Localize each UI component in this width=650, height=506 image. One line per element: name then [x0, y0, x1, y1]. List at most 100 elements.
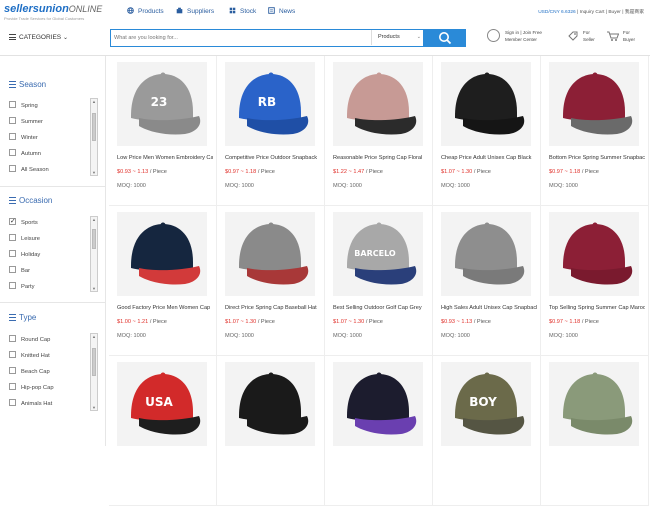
filter-option-party[interactable]: Party	[9, 282, 35, 290]
checkbox[interactable]	[9, 101, 16, 108]
inquiry-cart-link[interactable]: Inquiry Cart	[580, 10, 605, 15]
product-image[interactable]	[225, 212, 315, 296]
product-image[interactable]	[117, 212, 207, 296]
product-card[interactable]	[541, 356, 649, 506]
product-image[interactable]	[441, 62, 531, 146]
product-image[interactable]	[225, 362, 315, 446]
product-title[interactable]: Good Factory Price Men Women Cap	[117, 305, 213, 311]
product-image[interactable]	[333, 62, 423, 146]
product-title[interactable]: Top Selling Spring Summer Cap Maroon	[549, 305, 645, 311]
filter-option-beach-cap[interactable]: Beach Cap	[9, 367, 50, 375]
product-image[interactable]	[549, 62, 639, 146]
categories-menu[interactable]: CATEGORIES ⌄	[9, 34, 68, 41]
product-image[interactable]: BARCELO	[333, 212, 423, 296]
product-title[interactable]: Cheap Price Adult Unisex Cap Black	[441, 155, 537, 161]
filter-option-knitted-hat[interactable]: Knitted Hat	[9, 351, 50, 359]
product-card[interactable]: BARCELO Best Selling Outdoor Golf Cap Gre…	[325, 206, 433, 356]
product-card[interactable]: Direct Price Spring Cap Baseball Hat $1.0…	[217, 206, 325, 356]
filter-option-round-cap[interactable]: Round Cap	[9, 335, 50, 343]
occasion-scrollbar[interactable]: ▲ ▼	[90, 216, 98, 292]
product-image[interactable]: RB	[225, 62, 315, 146]
filter-option-animals-hat[interactable]: Animals Hat	[9, 399, 52, 407]
product-card[interactable]	[217, 356, 325, 506]
filter-option-label: Hip-pop Cap	[21, 385, 54, 391]
product-card[interactable]: 23 Low Price Men Women Embroidery Cap $0.9…	[109, 56, 217, 206]
buyer-link[interactable]: Buyer	[608, 10, 621, 15]
product-title[interactable]: Best Selling Outdoor Golf Cap Grey	[333, 305, 429, 311]
checkbox[interactable]	[9, 234, 16, 241]
product-card[interactable]: Good Factory Price Men Women Cap $1.00 ~ …	[109, 206, 217, 356]
product-image[interactable]	[549, 362, 639, 446]
search-scope-select[interactable]: Products ⌄	[371, 30, 425, 45]
product-image[interactable]	[549, 212, 639, 296]
product-title[interactable]: Competitive Price Outdoor Snapback	[225, 155, 321, 161]
product-image[interactable]	[441, 212, 531, 296]
brand-tagline: Provide Trade Services for Global Custom…	[4, 16, 85, 21]
product-title[interactable]: High Sales Adult Unisex Cap Snapback	[441, 305, 537, 311]
checkbox[interactable]	[9, 266, 16, 273]
scroll-thumb[interactable]	[92, 113, 96, 141]
product-card[interactable]: Cheap Price Adult Unisex Cap Black $1.07 …	[433, 56, 541, 206]
checkbox[interactable]	[9, 282, 16, 289]
filter-option-summer[interactable]: Summer	[9, 117, 43, 125]
checkbox-checked[interactable]	[9, 217, 16, 225]
filter-option-all-season[interactable]: All Season	[9, 165, 49, 173]
type-scrollbar[interactable]: ▲ ▼	[90, 333, 98, 411]
product-card[interactable]: BOY	[433, 356, 541, 506]
filter-option-leisure[interactable]: Leisure	[9, 234, 40, 242]
checkbox[interactable]	[9, 399, 16, 406]
scroll-thumb[interactable]	[92, 348, 96, 376]
product-image[interactable]: USA	[117, 362, 207, 446]
search-row: CATEGORIES ⌄ Products ⌄ Sign in | Join Fr…	[0, 24, 650, 56]
product-card[interactable]: RB Competitive Price Outdoor Snapback $0.9…	[217, 56, 325, 206]
search-button[interactable]	[424, 29, 466, 47]
member-center-link[interactable]: Member Center	[505, 37, 537, 43]
filter-option-hip-pop-cap[interactable]: Hip-pop Cap	[9, 383, 54, 391]
cap-illustration: USA	[131, 372, 201, 435]
product-image[interactable]: 23	[117, 62, 207, 146]
product-image[interactable]: BOY	[441, 362, 531, 446]
nav-news[interactable]: News	[268, 7, 295, 15]
nav-products[interactable]: Products	[127, 7, 164, 15]
scroll-thumb[interactable]	[92, 229, 96, 249]
filter-option-winter[interactable]: Winter	[9, 133, 38, 141]
filter-option-spring[interactable]: Spring	[9, 101, 38, 109]
product-title[interactable]: Bottom Price Spring Summer Snapback	[549, 155, 645, 161]
product-title[interactable]: Direct Price Spring Cap Baseball Hat	[225, 305, 321, 311]
checkbox[interactable]	[9, 117, 16, 124]
filter-option-holiday[interactable]: Holiday	[9, 250, 40, 258]
product-card[interactable]: High Sales Adult Unisex Cap Snapback $0.9…	[433, 206, 541, 356]
filter-option-autumn[interactable]: Autumn	[9, 149, 41, 157]
product-card[interactable]: Bottom Price Spring Summer Snapback $0.97…	[541, 56, 649, 206]
checkbox[interactable]	[9, 367, 16, 374]
cap-button	[160, 72, 166, 78]
search-input[interactable]	[114, 32, 364, 44]
checkbox[interactable]	[9, 383, 16, 390]
brand-name: sellersunion	[4, 3, 69, 15]
checkbox[interactable]	[9, 165, 16, 172]
checkbox[interactable]	[9, 335, 16, 342]
checkbox[interactable]	[9, 149, 16, 156]
nav-stock[interactable]: Stock	[229, 7, 256, 15]
cap-illustration	[239, 222, 309, 285]
product-card[interactable]: Reasonable Price Spring Cap Floral $1.22 …	[325, 56, 433, 206]
checkbox[interactable]	[9, 351, 16, 358]
product-card[interactable]: USA	[109, 356, 217, 506]
checkbox[interactable]	[9, 250, 16, 257]
currency-rate[interactable]: USD/CNY 6.6326	[538, 10, 576, 15]
product-title[interactable]: Low Price Men Women Embroidery Cap	[117, 155, 213, 161]
product-card[interactable]: Top Selling Spring Summer Cap Maroon $0.9…	[541, 206, 649, 356]
seller-lang-link[interactable]: 我是商家	[625, 10, 644, 15]
price-range: $0.97 ~ 1.18	[549, 169, 581, 175]
product-title[interactable]: Reasonable Price Spring Cap Floral	[333, 155, 429, 161]
product-price: $0.97 ~ 1.18 / Piece	[549, 319, 599, 325]
product-image[interactable]	[333, 362, 423, 446]
checkbox[interactable]	[9, 133, 16, 140]
season-scrollbar[interactable]: ▲ ▼	[90, 98, 98, 176]
filter-option-bar[interactable]: Bar	[9, 266, 30, 274]
filter-option-sports[interactable]: Sports	[9, 217, 38, 226]
nav-suppliers[interactable]: Suppliers	[176, 7, 214, 15]
signin-link[interactable]: Sign in | Join Free	[505, 30, 542, 36]
product-card[interactable]	[325, 356, 433, 506]
price-unit: / Piece	[580, 319, 599, 325]
